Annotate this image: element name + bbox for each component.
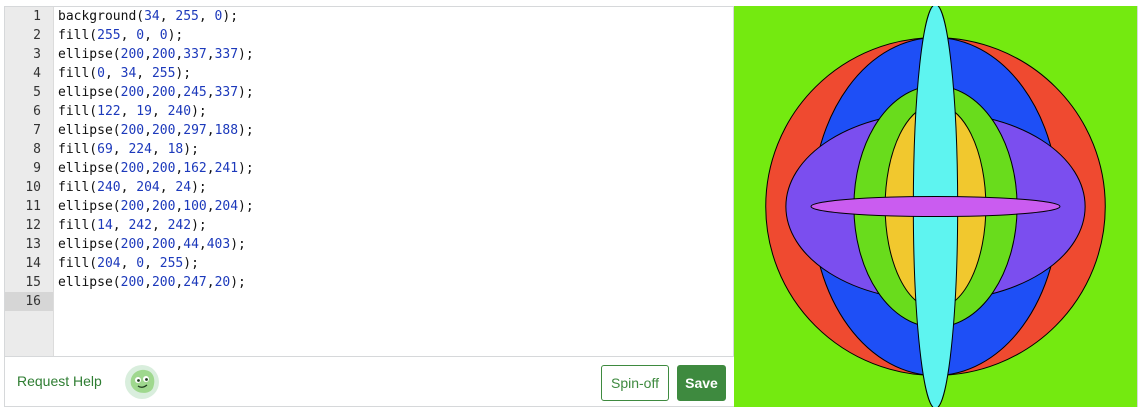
line-number: 4 [33, 66, 41, 81]
save-button[interactable]: Save [677, 365, 726, 401]
code-line[interactable]: fill(14, 242, 242); [58, 216, 733, 235]
line-number: 13 [25, 237, 41, 252]
line-number: 12 [25, 218, 41, 233]
code-line[interactable]: ellipse(200,200,44,403); [58, 235, 733, 254]
code-line[interactable]: ellipse(200,200,245,337); [58, 83, 733, 102]
line-number: 5 [33, 85, 41, 100]
editor-frame: 1 2 3 4 5 6 7 8 9 10 11 12 13 14 15 16 background(34, 2… [4, 6, 1138, 407]
line-number: 14 [25, 256, 41, 271]
code-line[interactable]: fill(204, 0, 255); [58, 254, 733, 273]
line-number-gutter: 1 2 3 4 5 6 7 8 9 10 11 12 13 14 15 16 [5, 7, 54, 356]
line-number: 8 [33, 142, 41, 157]
code-lines[interactable]: background(34, 255, 0); fill(255, 0, 0); e… [58, 7, 733, 311]
code-line[interactable]: ellipse(200,200,100,204); [58, 197, 733, 216]
code-line[interactable]: fill(69, 224, 18); [58, 140, 733, 159]
editor-footer: Request Help Spin-off Save [5, 356, 734, 406]
code-line[interactable]: fill(122, 19, 240); [58, 102, 733, 121]
code-line[interactable]: ellipse(200,200,297,188); [58, 121, 733, 140]
request-help-link[interactable]: Request Help [17, 373, 102, 389]
code-line[interactable] [58, 292, 733, 311]
code-line[interactable]: fill(240, 204, 24); [58, 178, 733, 197]
line-number: 15 [25, 275, 41, 290]
avatar-icon[interactable] [123, 363, 161, 401]
line-number: 6 [33, 104, 41, 119]
line-number: 16 [5, 292, 53, 311]
magenta-ellipse [810, 195, 1061, 218]
line-number: 2 [33, 28, 41, 43]
line-number: 10 [25, 180, 41, 195]
code-line[interactable]: fill(0, 34, 255); [58, 64, 733, 83]
line-number: 9 [33, 161, 41, 176]
code-line[interactable]: background(34, 255, 0); [58, 7, 733, 26]
code-line[interactable]: ellipse(200,200,247,20); [58, 273, 733, 292]
line-number: 11 [25, 199, 41, 214]
output-canvas[interactable] [734, 6, 1137, 407]
code-line[interactable]: fill(255, 0, 0); [58, 26, 733, 45]
code-line[interactable]: ellipse(200,200,162,241); [58, 159, 733, 178]
code-line[interactable]: ellipse(200,200,337,337); [58, 45, 733, 64]
spin-off-button[interactable]: Spin-off [601, 365, 669, 401]
line-number: 1 [33, 9, 41, 24]
code-editor[interactable]: 1 2 3 4 5 6 7 8 9 10 11 12 13 14 15 16 background(34, 2… [5, 7, 734, 356]
line-number: 7 [33, 123, 41, 138]
line-number: 3 [33, 47, 41, 62]
